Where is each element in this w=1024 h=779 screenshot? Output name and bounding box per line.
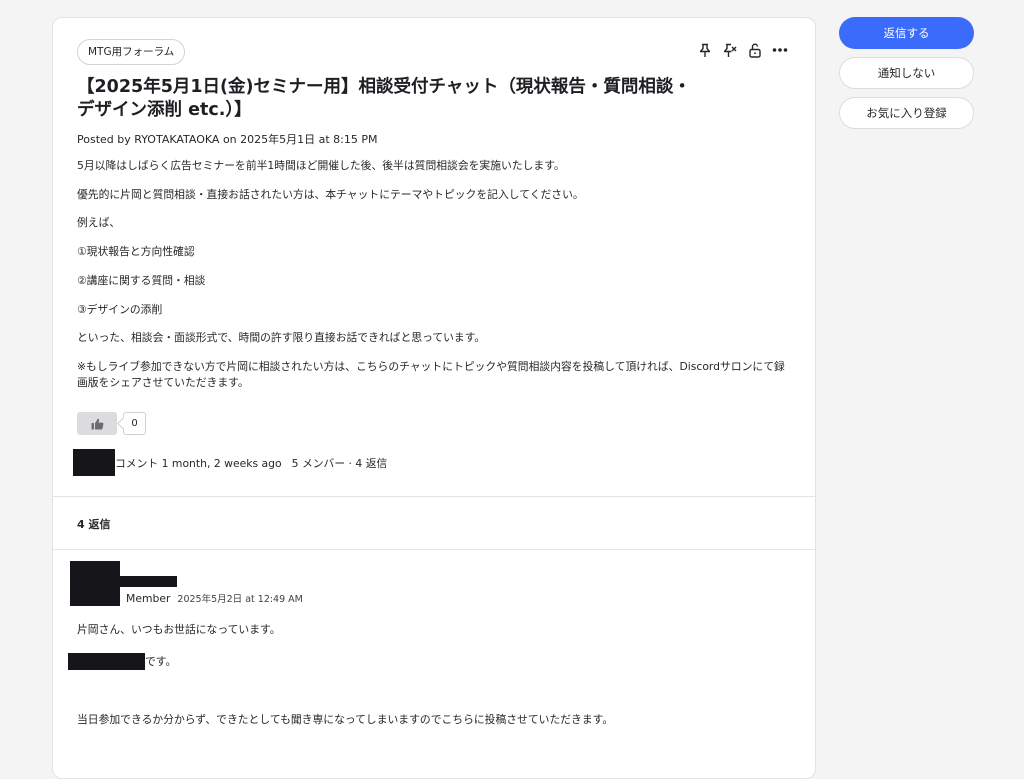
replies-count: 4 返信: [77, 518, 111, 531]
post-paragraph: ①現状報告と方向性確認: [77, 245, 195, 258]
pin-icon[interactable]: [697, 42, 713, 58]
favorite-button[interactable]: お気に入り登録: [839, 97, 974, 129]
forum-tag[interactable]: MTG用フォーラム: [77, 39, 186, 65]
comment-meta: コメント 1 month, 2 weeks ago: [115, 456, 282, 470]
post-paragraph: ※もしライブ参加できない方で片岡に相談されたい方は、こちらのチャットにトピックや…: [77, 360, 785, 389]
post-meta: コメント 1 month, 2 weeks ago 5 メンバー · 4 返信: [73, 449, 387, 476]
reply-paragraph: 片岡さん、いつもお世話になっています。: [77, 623, 281, 636]
reply-author-redacted: [120, 576, 177, 587]
post-paragraph: ②講座に関する質問・相談: [77, 274, 206, 287]
reply-meta: Member 2025年5月2日 at 12:49 AM: [126, 591, 303, 605]
unlock-icon[interactable]: [747, 42, 763, 58]
redacted-avatar: [73, 449, 115, 476]
post-paragraph: 5月以降はしばらく広告セミナーを前半1時間ほど開催した後、後半は質問相談会を実施…: [77, 159, 565, 172]
reply-avatar-redacted: [70, 561, 120, 606]
divider: [53, 549, 815, 550]
reply-role: Member: [126, 592, 171, 605]
reply-text-suffix: です。: [145, 654, 177, 668]
redacted-name: [68, 653, 145, 670]
like-count: 0: [123, 412, 146, 435]
divider: [53, 496, 815, 497]
reply-paragraph: 当日参加できるか分からず、できたとしても聞き専になってしまいますのでこちらに投稿…: [77, 713, 614, 726]
reply-button[interactable]: 返信する: [839, 17, 974, 49]
post-title: 【2025年5月1日(金)セミナー用】相談受付チャット（現状報告・質問相談・デザ…: [77, 77, 691, 120]
post-paragraph: 優先的に片岡と質問相談・直接お話されたい方は、本チャットにテーマやトピックを記入…: [77, 188, 584, 201]
members-meta[interactable]: 5 メンバー · 4 返信: [292, 455, 388, 471]
post-toolbar: [697, 40, 788, 60]
more-icon[interactable]: [772, 42, 788, 58]
mute-notifications-button[interactable]: 通知しない: [839, 57, 974, 89]
unpin-icon[interactable]: [722, 42, 738, 58]
reply-timestamp: 2025年5月2日 at 12:49 AM: [177, 594, 303, 605]
posted-by-line: Posted by RYOTAKATAOKA on 2025年5月1日 at 8…: [77, 133, 378, 146]
thumbs-up-icon: [91, 418, 103, 429]
post-card: MTG用フォーラム 【2025年5月1日(金)セミナー用】相談受付チャット（現状: [52, 17, 816, 779]
post-paragraph: 例えば、: [77, 216, 121, 229]
post-paragraph: ③デザインの添削: [77, 303, 163, 316]
post-paragraph: といった、相談会・面談形式で、時間の許す限り直接お話できればと思っています。: [77, 331, 486, 344]
like-button[interactable]: [77, 412, 117, 435]
reply-paragraph: です。: [68, 653, 176, 670]
